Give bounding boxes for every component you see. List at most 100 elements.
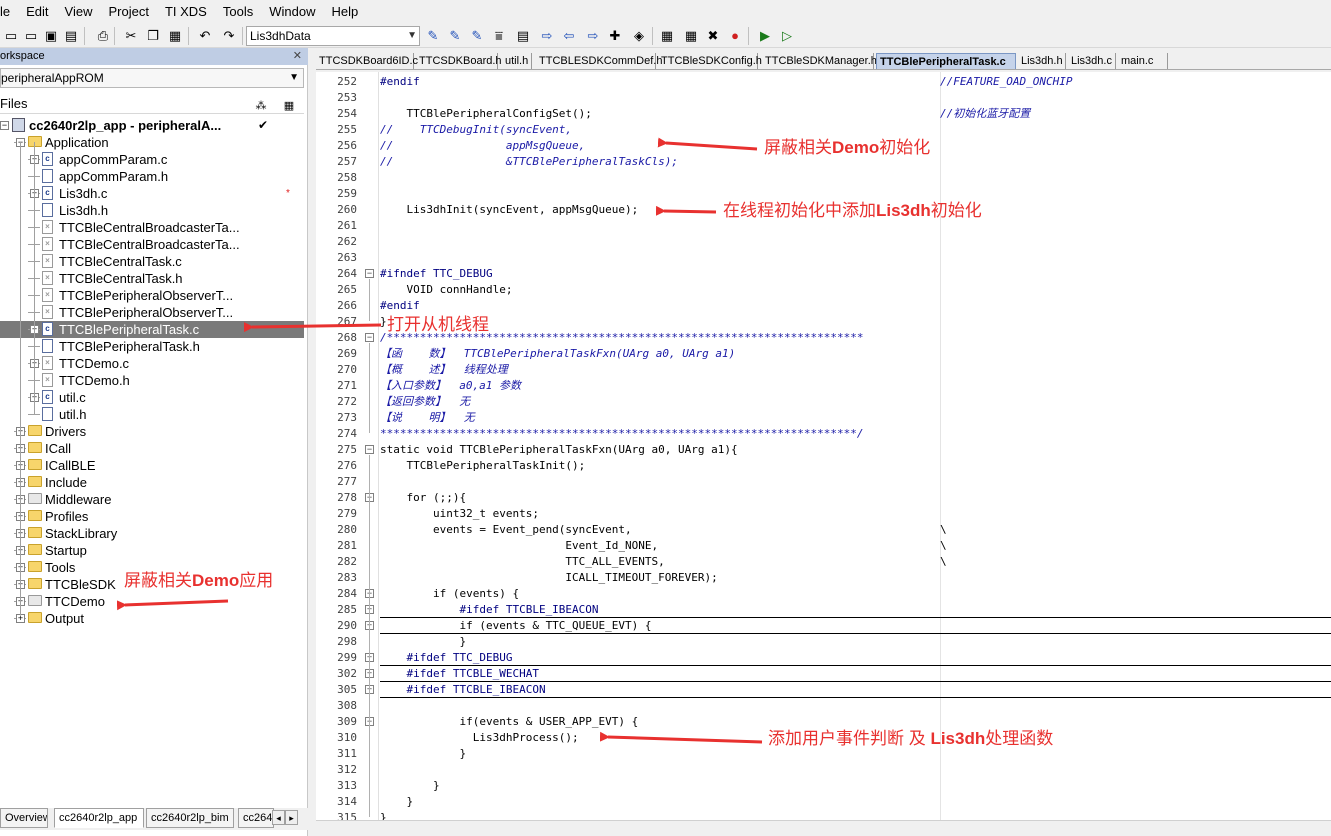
tree-item[interactable]: TTCBlePeripheralTask.h [0, 338, 304, 355]
tree-item[interactable]: × TTCBlePeripheralObserverT... [0, 304, 304, 321]
tree-item[interactable]: appCommParam.h [0, 168, 304, 185]
undo-icon[interactable]: ↶ [196, 27, 214, 45]
options-icon[interactable]: ⁂ [253, 96, 269, 112]
code-editor[interactable]: 252 253 254 255 256 257 258 259 260 261 262 263 264 2… [316, 72, 1331, 836]
menu-item-help[interactable]: Help [324, 0, 367, 24]
code-text: 【说 明】 无 [380, 411, 475, 424]
find-icon[interactable]: ✎ [424, 27, 442, 45]
settings-icon[interactable]: ▦ [281, 96, 297, 112]
open-icon[interactable]: ▭ [22, 27, 40, 45]
tree-item[interactable]: +Profiles [0, 508, 304, 525]
collapse-icon[interactable]: − [365, 333, 374, 342]
tab-cc2640r2lp-bim[interactable]: cc2640r2lp_bim [146, 808, 234, 828]
expand-icon[interactable]: + [16, 614, 25, 623]
tree-item[interactable]: +cTTCBlePeripheralTask.c [0, 321, 304, 338]
tree-item[interactable]: × TTCBleCentralBroadcasterTa... [0, 236, 304, 253]
tree-item-label: TTCBlePeripheralObserverT... [59, 288, 234, 303]
download-debug-icon[interactable]: ✖ [704, 27, 722, 45]
goto-icon[interactable]: ▤ [514, 27, 532, 45]
save-icon[interactable]: ▣ [42, 27, 60, 45]
tree-item[interactable]: +StackLibrary [0, 525, 304, 542]
find-next-icon[interactable]: ✎ [446, 27, 464, 45]
excluded-file-icon: × [42, 288, 53, 302]
tab-cc2640r2lp-app[interactable]: cc2640r2lp_app [54, 808, 144, 828]
find-prev-icon[interactable]: ✎ [468, 27, 486, 45]
editor-tab-lis3dh-h[interactable]: Lis3dh.h [1018, 53, 1066, 69]
editor-tab-ttcblesdkmanager-h[interactable]: TTCBleSDKManager.h [762, 53, 877, 69]
editor-tab-main-c[interactable]: main.c [1118, 53, 1168, 69]
menu-item-le[interactable]: le [0, 0, 19, 24]
paste-icon[interactable]: ▦ [166, 27, 184, 45]
menu-item-edit[interactable]: Edit [19, 0, 57, 24]
find-in-files-icon[interactable]: ⩸ [490, 27, 508, 45]
chevron-down-icon[interactable]: ▼ [407, 27, 417, 45]
find-combo-value: Lis3dhData [250, 29, 311, 43]
tree-item[interactable]: +cappCommParam.c [0, 151, 304, 168]
chevron-down-icon[interactable]: ▼ [289, 69, 299, 87]
tree-item[interactable]: − cc2640r2lp_app - peripheralA... ✔ [0, 117, 304, 134]
navigate-forward-icon[interactable]: ⇦ [560, 27, 578, 45]
menu-item-view[interactable]: View [58, 0, 102, 24]
code-line: Event_Id_NONE, \ [380, 538, 1331, 554]
configuration-select[interactable]: peripheralAppROM ▼ [0, 68, 304, 88]
editor-tab-ttcblesdkconfig-h[interactable]: TTCBleSDKConfig.h [658, 53, 762, 69]
tree-item[interactable]: + Output [0, 610, 304, 627]
tree-item[interactable]: +×TTCDemo.c [0, 355, 304, 372]
folder-icon [28, 561, 42, 572]
menu-item-tools[interactable]: Tools [216, 0, 262, 24]
chevron-right-icon[interactable]: ▸ [285, 810, 298, 825]
tab-cc264[interactable]: cc264 [238, 808, 274, 828]
tree-item[interactable]: +Include [0, 474, 304, 491]
tree-item[interactable]: +ICall [0, 440, 304, 457]
tab-overview[interactable]: Overview [0, 808, 48, 828]
editor-tab-ttcsdkboard6id-c[interactable]: TTCSDKBoard6ID.c [316, 53, 418, 69]
save-all-icon[interactable]: ▤ [62, 27, 80, 45]
tree-item[interactable]: × TTCBleCentralTask.h [0, 270, 304, 287]
print-icon[interactable]: ⎙ [94, 27, 112, 45]
toolbar-icon[interactable]: ▷ [778, 27, 796, 45]
tree-item[interactable]: +ICallBLE [0, 457, 304, 474]
collapse-icon[interactable]: − [365, 445, 374, 454]
close-icon[interactable]: ✕ [293, 48, 302, 65]
redo-icon[interactable]: ↷ [220, 27, 238, 45]
editor-tab-ttcsdkboard-h[interactable]: TTCSDKBoard.h [416, 53, 502, 69]
stop-build-icon[interactable]: ▦ [658, 27, 676, 45]
menu-item-ti-xds[interactable]: TI XDS [158, 0, 216, 24]
editor-tab-lis3dh-c[interactable]: Lis3dh.c [1068, 53, 1116, 69]
collapse-icon[interactable]: − [0, 121, 9, 130]
tree-item[interactable]: util.h [0, 406, 304, 423]
cut-icon[interactable]: ✂ [122, 27, 140, 45]
compile-icon[interactable]: ✚ [606, 27, 624, 45]
tree-item[interactable]: +Startup [0, 542, 304, 559]
tree-item[interactable]: × TTCBlePeripheralObserverT... [0, 287, 304, 304]
tree-item[interactable]: +Middleware [0, 491, 304, 508]
collapse-icon[interactable]: − [365, 269, 374, 278]
menu-item-project[interactable]: Project [101, 0, 157, 24]
tree-item[interactable]: +TTCDemo [0, 593, 304, 610]
tree-item[interactable]: Lis3dh.h [0, 202, 304, 219]
editor-tab-util-h[interactable]: util.h [502, 53, 532, 69]
new-file-icon[interactable]: ▭ [2, 27, 20, 45]
chevron-left-icon[interactable]: ◂ [272, 810, 285, 825]
tree-item[interactable]: −Application [0, 134, 304, 151]
copy-icon[interactable]: ❐ [144, 27, 162, 45]
editor-tab-ttcblesdkcommdef-h[interactable]: TTCBLESDKCommDef.h [536, 53, 662, 69]
debug-no-download-icon[interactable]: ● [726, 27, 744, 45]
breakpoint-icon[interactable]: ▦ [682, 27, 700, 45]
tree-item[interactable]: +Drivers [0, 423, 304, 440]
tree-item[interactable]: × TTCDemo.h [0, 372, 304, 389]
tree-item[interactable]: × TTCBleCentralTask.c [0, 253, 304, 270]
tree-item[interactable]: +cutil.c [0, 389, 304, 406]
tree-item[interactable]: × TTCBleCentralBroadcasterTa... [0, 219, 304, 236]
navigate-back-icon[interactable]: ⇨ [538, 27, 556, 45]
make-icon[interactable]: ◈ [630, 27, 648, 45]
horizontal-scrollbar[interactable] [316, 820, 1331, 836]
toolbar-icon[interactable]: ▶ [756, 27, 774, 45]
tree-item[interactable]: +cLis3dh.c* [0, 185, 304, 202]
menu-item-window[interactable]: Window [262, 0, 324, 24]
find-combo-box[interactable]: Lis3dhData ▼ [246, 26, 420, 46]
bookmark-icon[interactable]: ⇨ [584, 27, 602, 45]
tree-item-label: util.h [59, 407, 87, 422]
editor-tab-ttcbleperipheraltask-c[interactable]: TTCBlePeripheralTask.c [876, 53, 1016, 69]
tab-scroll-arrows[interactable]: ◂ ▸ [272, 810, 302, 826]
